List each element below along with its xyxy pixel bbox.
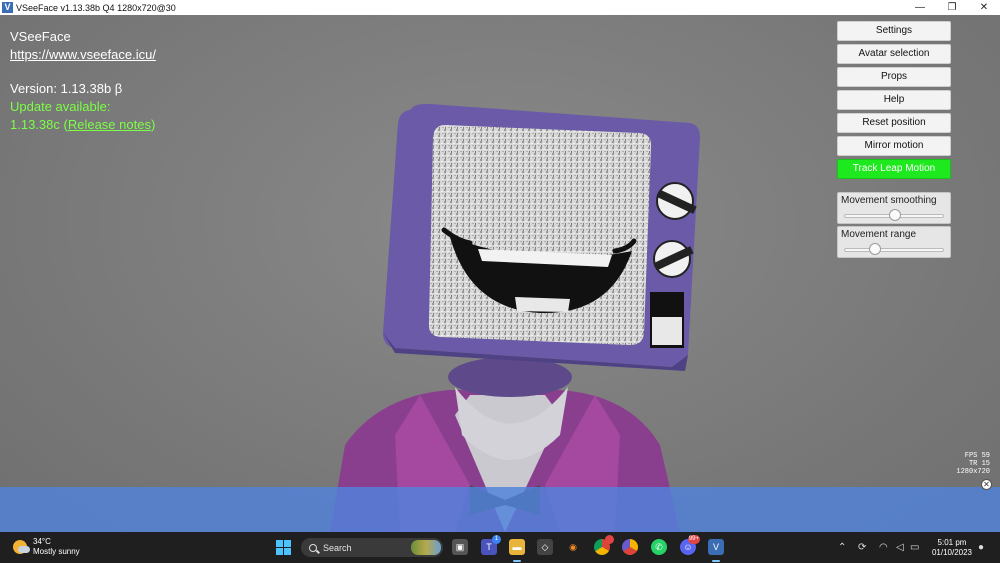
taskbar-search[interactable]: Search bbox=[301, 538, 443, 557]
slider-thumb[interactable] bbox=[889, 209, 901, 221]
info-panel: VSeeFace https://www.vseeface.icu/ Versi… bbox=[10, 28, 156, 134]
discord-icon[interactable]: ☺ 99+ bbox=[680, 535, 700, 555]
minimize-button[interactable]: — bbox=[904, 0, 936, 15]
vseeface-taskbar-icon[interactable]: V bbox=[708, 539, 724, 555]
restore-button[interactable]: ❐ bbox=[936, 0, 968, 15]
battery-icon[interactable]: ▭ bbox=[910, 542, 919, 553]
performance-stats: FPS 59 TR 15 1280x720 bbox=[956, 452, 990, 476]
title-bar: V VSeeFace v1.13.38b Q4 1280x720@30 — ❐ … bbox=[0, 0, 1000, 15]
track-leap-motion-button[interactable]: Track Leap Motion bbox=[837, 159, 951, 179]
app-name: VSeeFace bbox=[10, 29, 71, 44]
sun-cloud-icon bbox=[13, 540, 30, 554]
overlay-close-icon[interactable]: ✕ bbox=[981, 479, 992, 490]
teams-badge: 1 bbox=[492, 535, 501, 544]
chevron-up-icon[interactable]: ⌃ bbox=[838, 542, 846, 553]
update-version-suffix: ) bbox=[150, 117, 156, 132]
help-button[interactable]: Help bbox=[837, 90, 951, 110]
vseeface-app-icon: V bbox=[2, 2, 13, 13]
clock-time: 5:01 pm bbox=[937, 538, 967, 547]
avatar-viewport[interactable]: VSeeFace https://www.vseeface.icu/ Versi… bbox=[0, 15, 1000, 532]
avatar-neck bbox=[448, 357, 572, 397]
wifi-icon[interactable]: ◠ bbox=[879, 542, 888, 553]
version-text: Version: 1.13.38b β bbox=[10, 81, 123, 96]
active-indicator bbox=[712, 560, 720, 562]
clock-date: 01/10/2023 bbox=[931, 548, 973, 557]
window-title: VSeeFace v1.13.38b Q4 1280x720@30 bbox=[16, 2, 176, 13]
whatsapp-icon[interactable]: ✆ bbox=[651, 539, 667, 555]
slider-thumb[interactable] bbox=[868, 243, 881, 255]
weather-desc: Mostly sunny bbox=[33, 547, 80, 556]
notification-bell-icon[interactable]: ● bbox=[978, 542, 984, 553]
chrome-canary-icon[interactable] bbox=[622, 539, 638, 555]
window-controls: — ❐ ✕ bbox=[904, 0, 1000, 15]
movement-range-label: Movement range bbox=[841, 229, 917, 240]
discord-badge: 99+ bbox=[687, 535, 700, 544]
active-indicator bbox=[513, 560, 521, 562]
close-button[interactable]: ✕ bbox=[968, 0, 1000, 15]
update-version-line: 1.13.38c (Release notes) bbox=[10, 116, 156, 134]
chrome-badge bbox=[605, 535, 614, 544]
settings-button[interactable]: Settings bbox=[837, 21, 951, 41]
volume-icon[interactable]: ◁ bbox=[896, 542, 904, 553]
vseeface-window: V VSeeFace v1.13.38b Q4 1280x720@30 — ❐ … bbox=[0, 0, 1000, 563]
mirror-motion-button[interactable]: Mirror motion bbox=[837, 136, 951, 156]
clock[interactable]: 5:01 pm 01/10/2023 bbox=[928, 538, 976, 558]
movement-range-slider[interactable]: Movement range bbox=[837, 226, 951, 258]
search-label: Search bbox=[323, 542, 352, 553]
update-version-text: 1.13.38c ( bbox=[10, 117, 68, 132]
teams-icon[interactable]: T1 bbox=[481, 535, 501, 555]
website-link[interactable]: https://www.vseeface.icu/ bbox=[10, 46, 156, 64]
update-available-text: Update available: bbox=[10, 99, 111, 114]
resolution-readout: 1280x720 bbox=[956, 468, 990, 476]
overlay-bar bbox=[0, 487, 1000, 532]
slider-track[interactable] bbox=[844, 248, 944, 252]
search-icon bbox=[309, 543, 317, 552]
weather-widget[interactable]: 34°C Mostly sunny bbox=[13, 537, 80, 557]
movement-smoothing-slider[interactable]: Movement smoothing bbox=[837, 192, 951, 224]
task-view-icon[interactable]: ▣ bbox=[452, 539, 468, 555]
search-highlight-icon bbox=[411, 540, 441, 555]
weather-temp: 34°C bbox=[33, 537, 51, 546]
props-button[interactable]: Props bbox=[837, 67, 951, 87]
unity-icon[interactable]: ◇ bbox=[537, 539, 553, 555]
file-explorer-icon[interactable]: ▬ bbox=[509, 539, 525, 555]
windows-start-icon[interactable] bbox=[276, 540, 291, 555]
taskbar: 34°C Mostly sunny Search ▣ T1 ▬ ◇ ◉ ✆ ☺ 9… bbox=[0, 532, 1000, 563]
tr-readout: TR 15 bbox=[968, 460, 990, 468]
release-notes-link[interactable]: Release notes bbox=[68, 117, 151, 132]
sync-icon[interactable]: ⟳ bbox=[858, 542, 866, 553]
control-panel: Settings Avatar selection Props Help Res… bbox=[837, 21, 951, 260]
movement-smoothing-label: Movement smoothing bbox=[841, 195, 937, 206]
blender-icon[interactable]: ◉ bbox=[565, 539, 581, 555]
reset-position-button[interactable]: Reset position bbox=[837, 113, 951, 133]
avatar-selection-button[interactable]: Avatar selection bbox=[837, 44, 951, 64]
fps-readout: FPS 59 bbox=[964, 452, 990, 460]
chrome-icon[interactable] bbox=[594, 535, 614, 555]
